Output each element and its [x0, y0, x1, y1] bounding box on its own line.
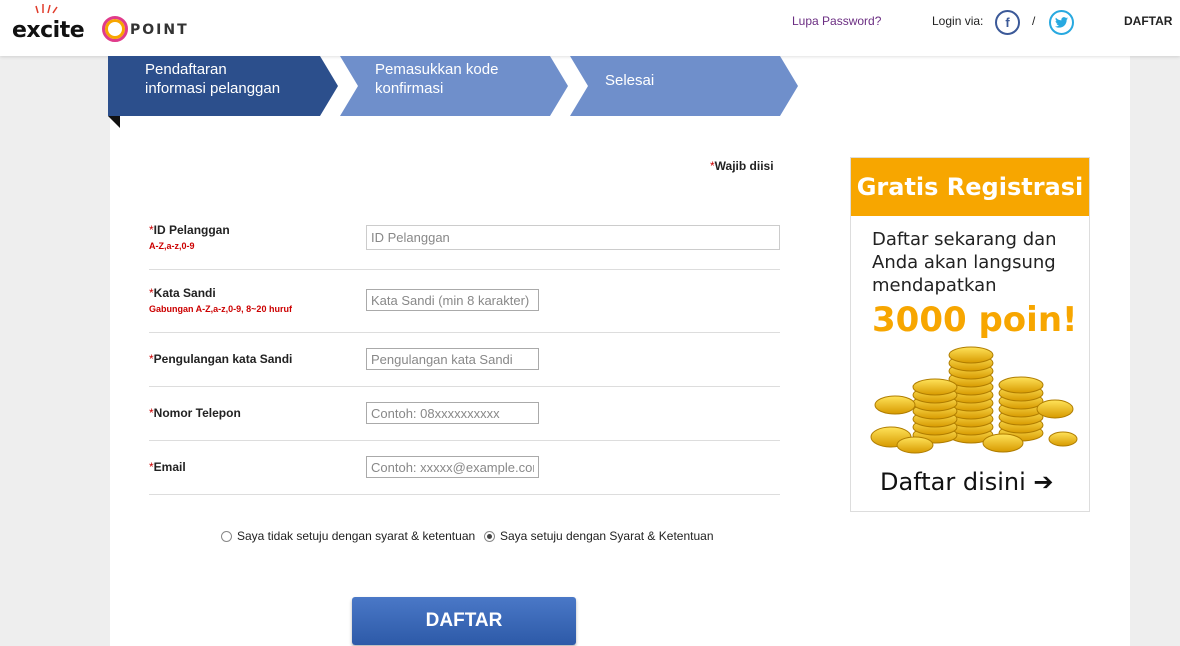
- register-link[interactable]: DAFTAR: [1124, 14, 1172, 28]
- password-hint: Gabungan A-Z,a-z,0-9, 8~20 huruf: [149, 304, 292, 314]
- facebook-icon: f: [1005, 15, 1010, 30]
- password-input[interactable]: [366, 289, 539, 311]
- promo-banner[interactable]: Gratis Registrasi Daftar sekarang dan An…: [850, 157, 1090, 512]
- excite-point-logo[interactable]: excite POINT: [12, 4, 189, 48]
- agree-option[interactable]: Saya setuju dengan Syarat & Ketentuan: [484, 529, 714, 543]
- top-header: excite POINT Lupa Password? Login via: f…: [0, 0, 1180, 56]
- required-note: *Wajib diisi: [710, 159, 774, 173]
- register-submit-button[interactable]: DAFTAR: [352, 597, 576, 645]
- logo-subtext: POINT: [130, 22, 189, 38]
- email-input[interactable]: [366, 456, 539, 478]
- customer-id-hint: A-Z,a-z,0-9: [149, 241, 195, 251]
- row-divider: [149, 494, 780, 495]
- gold-coins-image: [870, 346, 1078, 454]
- arrow-right-icon: ➔: [1033, 468, 1054, 496]
- logo-spark-icon: [35, 4, 58, 14]
- login-via-label: Login via:: [932, 14, 984, 28]
- disagree-option[interactable]: Saya tidak setuju dengan syarat & ketent…: [221, 529, 475, 543]
- row-divider: [149, 440, 780, 441]
- promo-title: Gratis Registrasi: [851, 158, 1089, 216]
- forgot-password-link[interactable]: Lupa Password?: [792, 14, 881, 28]
- agree-radio[interactable]: [484, 530, 495, 542]
- confirm-password-input[interactable]: [366, 348, 539, 370]
- password-label: *Kata Sandi: [149, 286, 216, 300]
- social-separator: /: [1032, 14, 1036, 28]
- logo-text: excite: [12, 18, 85, 43]
- registration-steps: Pendaftaran informasi pelanggan Pemasukk…: [108, 56, 808, 128]
- step-3-label: Selesai: [605, 72, 655, 89]
- twitter-login-button[interactable]: [1049, 10, 1074, 35]
- step-1-corner: [108, 116, 120, 128]
- logo-point-circle-icon: [102, 16, 128, 42]
- phone-label: *Nomor Telepon: [149, 406, 241, 420]
- promo-text: Daftar sekarang dan Anda akan langsung m…: [872, 229, 1057, 296]
- customer-id-input[interactable]: [366, 225, 780, 250]
- customer-id-label: *ID Pelanggan: [149, 223, 230, 237]
- step-2-label: Pemasukkan kode konfirmasi: [375, 61, 499, 97]
- promo-cta[interactable]: Daftar disini ➔: [880, 468, 1054, 496]
- row-divider: [149, 332, 780, 333]
- promo-points: 3000 poin!: [872, 300, 1078, 340]
- phone-input[interactable]: [366, 402, 539, 424]
- disagree-radio[interactable]: [221, 530, 232, 542]
- facebook-login-button[interactable]: f: [995, 10, 1020, 35]
- twitter-icon: [1051, 12, 1072, 35]
- confirm-password-label: *Pengulangan kata Sandi: [149, 352, 293, 366]
- email-label: *Email: [149, 460, 186, 474]
- row-divider: [149, 386, 780, 387]
- row-divider: [149, 269, 780, 270]
- step-1-label: Pendaftaran informasi pelanggan: [145, 61, 281, 97]
